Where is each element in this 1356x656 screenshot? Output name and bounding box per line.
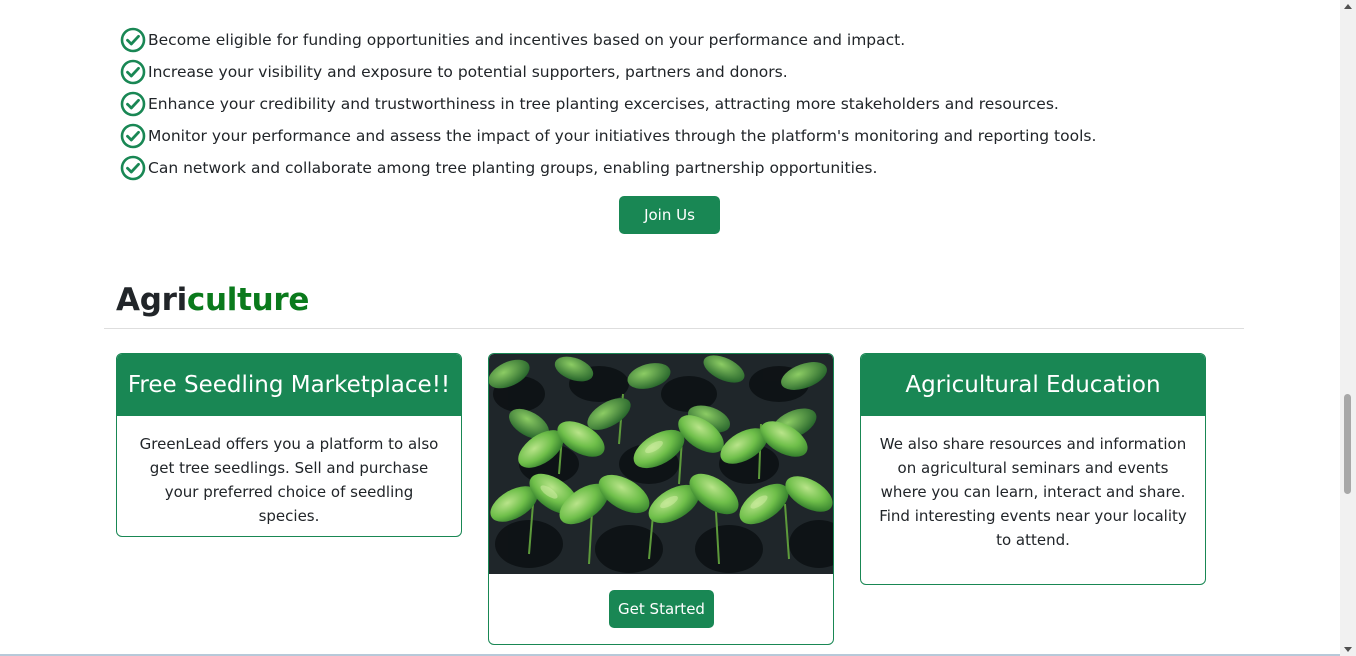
card-seedling-marketplace: Free Seedling Marketplace!! GreenLead of… <box>116 353 462 537</box>
check-circle-icon <box>120 123 146 149</box>
benefit-item: Monitor your performance and assess the … <box>120 120 1096 152</box>
section-title-part2: culture <box>186 282 310 318</box>
check-circle-icon <box>120 91 146 117</box>
check-circle-icon <box>120 155 146 181</box>
benefit-text: Can network and collaborate among tree p… <box>148 159 878 177</box>
check-circle-icon <box>120 27 146 53</box>
benefit-text: Enhance your credibility and trustworthi… <box>148 95 1059 113</box>
card-body: We also share resources and information … <box>879 435 1187 549</box>
section-title-agriculture: Agriculture <box>116 282 309 318</box>
section-divider <box>104 328 1244 329</box>
scrollbar-thumb[interactable] <box>1344 394 1351 494</box>
card-body: GreenLead offers you a platform to also … <box>139 435 439 525</box>
benefit-item: Become eligible for funding opportunitie… <box>120 24 1096 56</box>
scroll-down-arrow-icon[interactable] <box>1344 647 1352 652</box>
section-title-part1: Agri <box>116 282 187 318</box>
page: Become eligible for funding opportunitie… <box>0 0 1356 656</box>
card-agricultural-education: Agricultural Education We also share res… <box>860 353 1206 585</box>
card-header: Agricultural Education <box>861 354 1205 416</box>
benefits-list: Become eligible for funding opportunitie… <box>120 24 1096 184</box>
card-header: Free Seedling Marketplace!! <box>117 354 461 416</box>
benefit-item: Enhance your credibility and trustworthi… <box>120 88 1096 120</box>
benefit-text: Monitor your performance and assess the … <box>148 127 1097 145</box>
check-circle-icon <box>120 59 146 85</box>
benefit-text: Increase your visibility and exposure to… <box>148 63 788 81</box>
benefit-item: Increase your visibility and exposure to… <box>120 56 1096 88</box>
seedlings-photo <box>489 354 833 574</box>
benefit-item: Can network and collaborate among tree p… <box>120 152 1096 184</box>
scroll-up-arrow-icon[interactable] <box>1344 4 1352 9</box>
get-started-button[interactable]: Get Started <box>609 590 714 628</box>
card-seedlings-image: Get Started <box>488 353 834 645</box>
vertical-scrollbar[interactable] <box>1340 0 1356 656</box>
join-us-button[interactable]: Join Us <box>619 196 720 234</box>
benefit-text: Become eligible for funding opportunitie… <box>148 31 906 49</box>
